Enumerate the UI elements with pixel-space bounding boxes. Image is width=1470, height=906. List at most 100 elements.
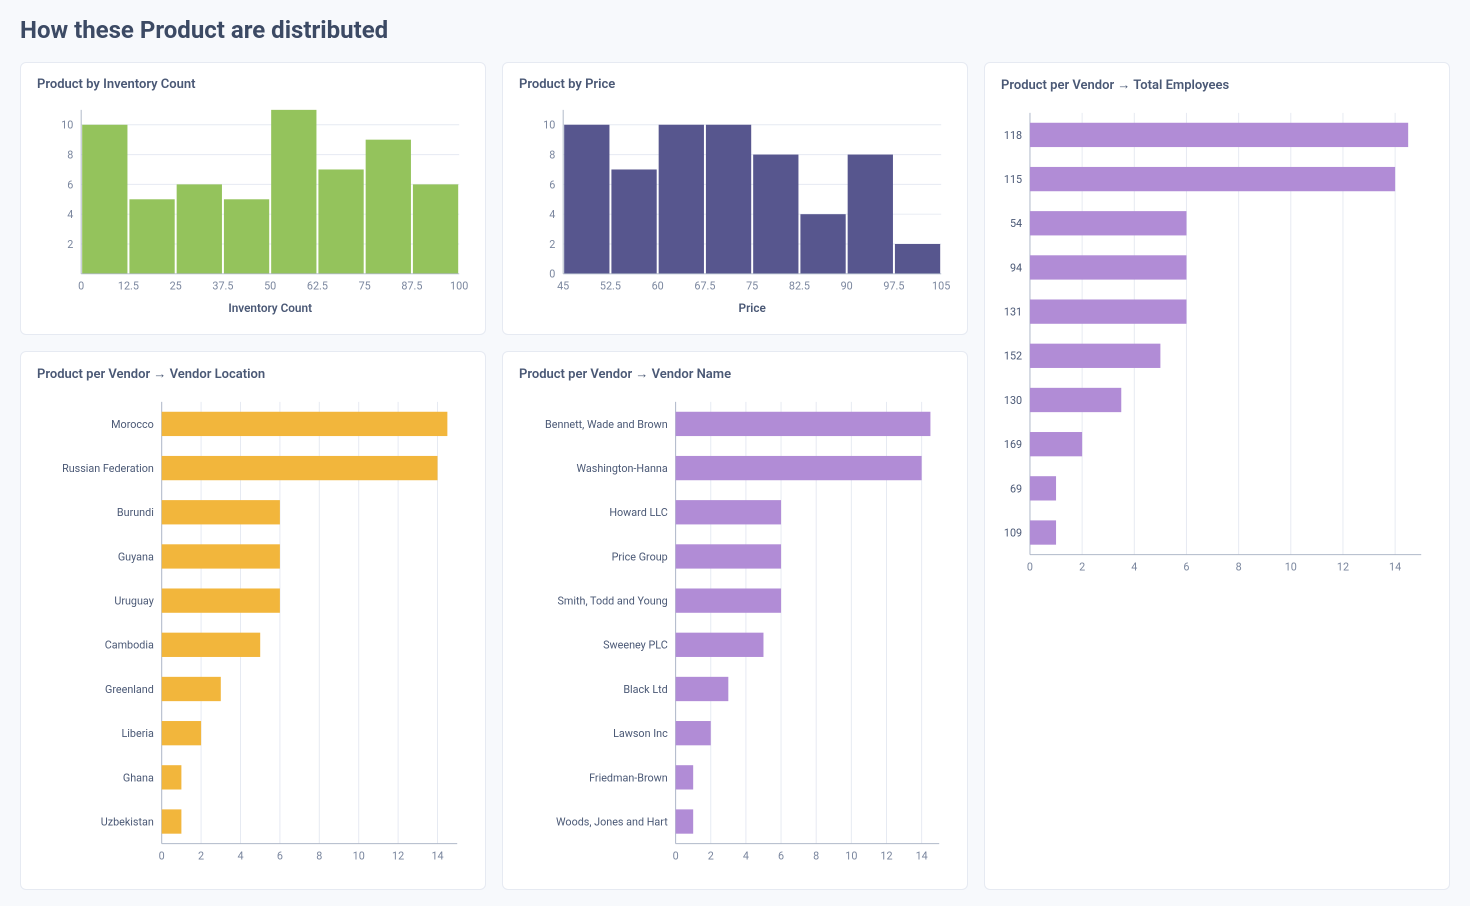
svg-text:6: 6 [549, 178, 555, 191]
svg-text:152: 152 [1004, 350, 1022, 363]
chart-title-total-employees: Product per Vendor → Total Employees [1001, 77, 1433, 93]
svg-text:Inventory Count: Inventory Count [228, 301, 312, 315]
svg-text:4: 4 [67, 208, 73, 221]
svg-text:Price Group: Price Group [612, 550, 668, 563]
svg-text:Black Ltd: Black Ltd [623, 683, 667, 696]
svg-text:2: 2 [198, 849, 204, 862]
svg-text:8: 8 [316, 849, 322, 862]
svg-text:Friedman-Brown: Friedman-Brown [589, 771, 668, 784]
svg-text:6: 6 [277, 849, 283, 862]
svg-text:2: 2 [708, 849, 714, 862]
svg-text:105: 105 [932, 280, 950, 293]
svg-text:131: 131 [1004, 306, 1022, 319]
svg-text:4: 4 [237, 849, 243, 862]
svg-text:2: 2 [1079, 560, 1085, 573]
svg-text:118: 118 [1004, 129, 1022, 142]
chart-title-vendor-name: Product per Vendor → Vendor Name [519, 366, 951, 382]
svg-text:0: 0 [549, 268, 555, 281]
chart-vendor-location: 0 2 4 6 8 10 12 14 Morocco Russian Federation Buru… [37, 392, 469, 873]
page-title: How these Product are distributed [20, 16, 1450, 44]
svg-text:10: 10 [1285, 560, 1297, 573]
chart-card-vendor-location: Product per Vendor → Vendor Location 0 2 4… [20, 351, 486, 890]
svg-text:6: 6 [1183, 560, 1189, 573]
svg-text:0: 0 [159, 849, 165, 862]
svg-text:Liberia: Liberia [121, 727, 153, 740]
svg-text:90: 90 [841, 280, 853, 293]
svg-text:Price: Price [739, 301, 766, 315]
svg-text:Greenland: Greenland [105, 683, 154, 696]
svg-text:Smith, Todd and Young: Smith, Todd and Young [558, 595, 668, 608]
svg-text:2: 2 [549, 238, 555, 251]
svg-text:4: 4 [743, 849, 749, 862]
svg-text:4: 4 [549, 208, 555, 221]
svg-text:12: 12 [392, 849, 404, 862]
svg-text:2: 2 [67, 238, 73, 251]
svg-text:82.5: 82.5 [789, 280, 810, 293]
svg-text:Sweeney PLC: Sweeney PLC [603, 639, 668, 652]
svg-text:97.5: 97.5 [883, 280, 904, 293]
svg-text:75: 75 [359, 280, 371, 293]
svg-text:6: 6 [67, 178, 73, 191]
svg-text:62.5: 62.5 [307, 280, 328, 293]
chart-title-inventory: Product by Inventory Count [37, 77, 469, 92]
svg-text:Burundi: Burundi [117, 506, 154, 519]
svg-text:10: 10 [353, 849, 365, 862]
chart-card-vendor-name: Product per Vendor → Vendor Name 0 2 4 6 8 10… [502, 351, 968, 890]
chart-total-employees: 02468101214118115549413115213016969109 [1001, 103, 1433, 584]
svg-text:87.5: 87.5 [401, 280, 422, 293]
svg-text:6: 6 [778, 849, 784, 862]
svg-text:14: 14 [431, 849, 443, 862]
svg-text:60: 60 [652, 280, 664, 293]
svg-text:Cambodia: Cambodia [105, 639, 154, 652]
svg-text:Ghana: Ghana [123, 771, 154, 784]
svg-text:12: 12 [880, 849, 892, 862]
svg-text:Woods, Jones and Hart: Woods, Jones and Hart [556, 815, 668, 828]
svg-text:52.5: 52.5 [600, 280, 621, 293]
svg-text:4: 4 [1131, 560, 1137, 573]
svg-text:54: 54 [1010, 217, 1022, 230]
svg-text:Howard LLC: Howard LLC [609, 506, 667, 519]
svg-text:130: 130 [1004, 394, 1022, 407]
svg-text:69: 69 [1010, 482, 1022, 495]
svg-text:94: 94 [1010, 261, 1022, 274]
chart-price: 0 2 4 6 8 10 45 52.5 60 67.5 75 82.5 90 97.5 105 Price [519, 102, 951, 318]
svg-text:Lawson Inc: Lawson Inc [613, 727, 668, 740]
svg-text:25: 25 [170, 280, 182, 293]
chart-card-price: Product by Price 0 2 4 6 8 10 45 52.5 60 67.5 75 82… [502, 62, 968, 335]
svg-text:Uruguay: Uruguay [114, 595, 153, 608]
svg-text:109: 109 [1004, 526, 1022, 539]
svg-text:10: 10 [61, 119, 73, 132]
svg-text:Uzbekistan: Uzbekistan [101, 815, 154, 828]
svg-text:14: 14 [916, 849, 928, 862]
svg-text:Guyana: Guyana [118, 550, 154, 563]
svg-text:Washington-Hanna: Washington-Hanna [577, 462, 668, 475]
svg-text:12.5: 12.5 [118, 280, 139, 293]
svg-text:100: 100 [450, 280, 468, 293]
svg-text:45: 45 [557, 280, 569, 293]
svg-text:Morocco: Morocco [111, 418, 154, 431]
svg-text:14: 14 [1389, 560, 1401, 573]
svg-text:10: 10 [543, 119, 555, 132]
svg-text:0: 0 [673, 849, 679, 862]
chart-vendor-name: 0 2 4 6 8 10 12 14 Bennett, Wade and Brown Washin… [519, 392, 951, 873]
svg-text:Russian Federation: Russian Federation [62, 462, 154, 475]
svg-text:8: 8 [549, 148, 555, 161]
chart-title-vendor-location: Product per Vendor → Vendor Location [37, 366, 469, 382]
svg-text:8: 8 [813, 849, 819, 862]
svg-text:169: 169 [1004, 438, 1022, 451]
svg-text:67.5: 67.5 [694, 280, 715, 293]
chart-card-inventory: Product by Inventory Count 2 4 6 8 100 12.5 25… [20, 62, 486, 335]
chart-inventory: 246810012.52537.55062.57587.5100Inventor… [37, 102, 469, 318]
dashboard-grid: Product by Inventory Count 246810012.525… [20, 62, 1450, 890]
svg-text:12: 12 [1337, 560, 1349, 573]
svg-text:8: 8 [67, 148, 73, 161]
svg-text:Bennett, Wade and Brown: Bennett, Wade and Brown [545, 418, 668, 431]
svg-text:50: 50 [264, 280, 276, 293]
chart-card-total-employees: Product per Vendor → Total Employees 024… [984, 62, 1450, 890]
svg-text:10: 10 [845, 849, 857, 862]
svg-text:115: 115 [1004, 173, 1022, 186]
svg-text:75: 75 [746, 280, 758, 293]
chart-title-price: Product by Price [519, 77, 951, 92]
svg-text:8: 8 [1236, 560, 1242, 573]
svg-text:37.5: 37.5 [212, 280, 233, 293]
